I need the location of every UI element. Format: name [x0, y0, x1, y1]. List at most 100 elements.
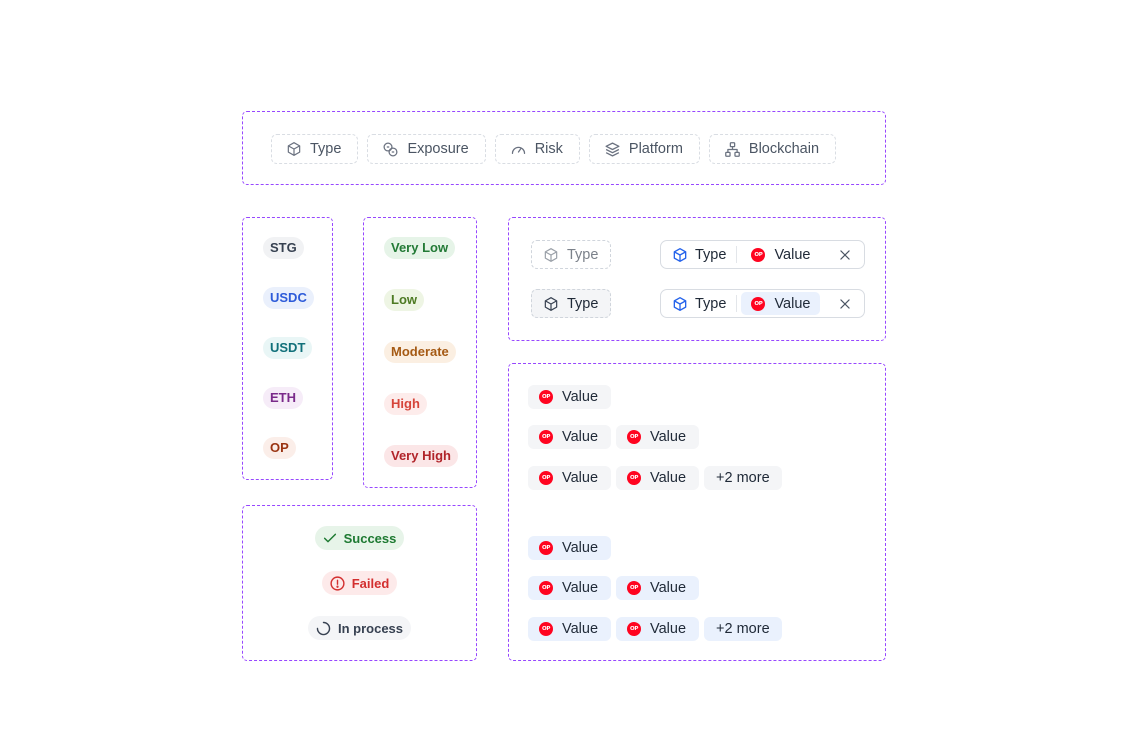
value-chip-selected[interactable]: OP Value — [528, 576, 612, 600]
filter-chip-platform[interactable]: Platform — [588, 134, 700, 164]
combo-value-segment[interactable]: OP Value — [741, 243, 820, 266]
type-selector-hover[interactable]: Type — [531, 289, 612, 318]
filter-chip-label: Platform — [628, 141, 683, 157]
op-token-icon: OP — [627, 430, 642, 444]
value-chip[interactable]: OP Value — [528, 425, 612, 449]
cube-icon — [543, 296, 559, 312]
status-badge-success: Success — [314, 526, 405, 550]
filter-chip-row: Type Exposure Risk Platform Blockchain — [271, 134, 837, 164]
value-chip-label: Value — [562, 540, 599, 556]
value-chip-label: Value — [650, 621, 687, 637]
value-chip-row: OP Value OP Value +2 more — [528, 617, 782, 641]
filter-chip-type[interactable]: Type — [271, 134, 359, 164]
combo-type-segment[interactable]: Type — [661, 241, 736, 268]
status-label: Success — [343, 530, 397, 546]
more-chip-selected[interactable]: +2 more — [704, 617, 782, 641]
risk-badge-list: Very Low Low Moderate High Very High — [384, 237, 458, 467]
filter-chip-risk[interactable]: Risk — [494, 134, 580, 164]
value-chip-selected[interactable]: OP Value — [528, 536, 612, 560]
value-chip-row: OP Value OP Value +2 more — [528, 466, 782, 490]
type-selector-placeholder[interactable]: Type — [531, 240, 612, 269]
check-icon — [322, 530, 338, 546]
cube-icon — [543, 247, 559, 263]
more-chip-label: +2 more — [716, 470, 770, 486]
value-chip[interactable]: OP Value — [616, 466, 700, 490]
close-icon[interactable] — [838, 297, 852, 311]
op-token-icon: OP — [539, 622, 553, 636]
combo-type-segment[interactable]: Type — [661, 290, 736, 317]
spinner-icon — [315, 620, 332, 637]
status-badge-in-process: In process — [307, 616, 412, 640]
op-token-icon: OP — [627, 471, 642, 485]
combo-value-segment[interactable]: OP Value — [741, 292, 821, 315]
status-badge-failed: Failed — [321, 571, 398, 595]
token-badges-frame: STG USDC USDT ETH OP — [242, 217, 333, 480]
cube-icon — [286, 141, 302, 157]
value-chip-label: Value — [562, 621, 599, 637]
selectors-frame: Type Type Type OP Value Type OP Value — [508, 217, 886, 341]
op-token-icon: OP — [539, 390, 553, 404]
combo-type-label: Type — [695, 246, 727, 263]
token-badge-usdt: USDT — [263, 337, 313, 359]
op-token-icon: OP — [627, 622, 642, 636]
gauge-icon — [510, 141, 527, 158]
value-chip-selected[interactable]: OP Value — [616, 576, 700, 600]
filter-chip-label: Risk — [534, 141, 563, 157]
value-chip[interactable]: OP Value — [616, 425, 700, 449]
cube-icon — [672, 247, 688, 263]
combo-divider — [736, 246, 738, 263]
filter-chip-label: Exposure — [407, 141, 469, 157]
token-badge-list: STG USDC USDT ETH OP — [263, 237, 314, 459]
alert-circle-icon — [329, 575, 346, 592]
value-chip-label: Value — [562, 580, 599, 596]
value-chip-row: OP Value — [528, 536, 612, 560]
filter-chips-frame: Type Exposure Risk Platform Blockchain — [242, 111, 886, 185]
value-chip-label: Value — [562, 429, 599, 445]
op-token-icon: OP — [539, 541, 553, 555]
token-badge-op: OP — [263, 437, 296, 459]
value-chip-row: OP Value OP Value — [528, 576, 700, 600]
filter-chip-blockchain[interactable]: Blockchain — [708, 134, 837, 164]
value-chip-label: Value — [650, 470, 687, 486]
token-badge-usdc: USDC — [263, 287, 314, 309]
value-chip-label: Value — [650, 580, 687, 596]
value-chip[interactable]: OP Value — [528, 385, 612, 409]
value-chip[interactable]: OP Value — [528, 466, 612, 490]
risk-badge-high: High — [384, 393, 427, 415]
network-icon — [724, 141, 741, 158]
op-token-icon: OP — [627, 581, 642, 595]
op-token-icon: OP — [751, 296, 766, 311]
status-badges-frame: Success Failed In process — [242, 505, 477, 661]
risk-badges-frame: Very Low Low Moderate High Very High — [363, 217, 477, 488]
filter-chip-label: Type — [310, 141, 342, 157]
value-chip-label: Value — [562, 389, 599, 405]
op-token-icon: OP — [539, 581, 553, 595]
more-chip-label: +2 more — [716, 621, 770, 637]
close-icon[interactable] — [838, 248, 852, 262]
filter-chip-exposure[interactable]: Exposure — [367, 134, 486, 164]
risk-badge-very-low: Very Low — [384, 237, 456, 259]
value-chip-selected[interactable]: OP Value — [528, 617, 612, 641]
type-value-filter-combo[interactable]: Type OP Value — [660, 240, 865, 269]
status-label: In process — [337, 620, 404, 636]
token-badge-stg: STG — [263, 237, 304, 259]
type-selector-label: Type — [567, 246, 599, 263]
type-value-filter-combo-hover[interactable]: Type OP Value — [660, 289, 865, 318]
type-selector-label: Type — [567, 295, 599, 312]
risk-badge-low: Low — [384, 289, 424, 311]
value-chip-label: Value — [650, 429, 687, 445]
more-chip[interactable]: +2 more — [704, 466, 782, 490]
coins-icon — [382, 141, 399, 158]
combo-value-label: Value — [774, 246, 811, 263]
value-chip-label: Value — [562, 470, 599, 486]
value-chip-row: OP Value — [528, 385, 612, 409]
value-chip-selected[interactable]: OP Value — [616, 617, 700, 641]
status-label: Failed — [351, 575, 390, 591]
filter-chip-label: Blockchain — [748, 141, 820, 157]
combo-divider — [736, 295, 738, 312]
risk-badge-very-high: Very High — [384, 445, 458, 467]
token-badge-eth: ETH — [263, 387, 303, 409]
op-token-icon: OP — [539, 430, 553, 444]
layers-icon — [604, 141, 621, 158]
status-badge-list: Success Failed In process — [243, 526, 476, 640]
